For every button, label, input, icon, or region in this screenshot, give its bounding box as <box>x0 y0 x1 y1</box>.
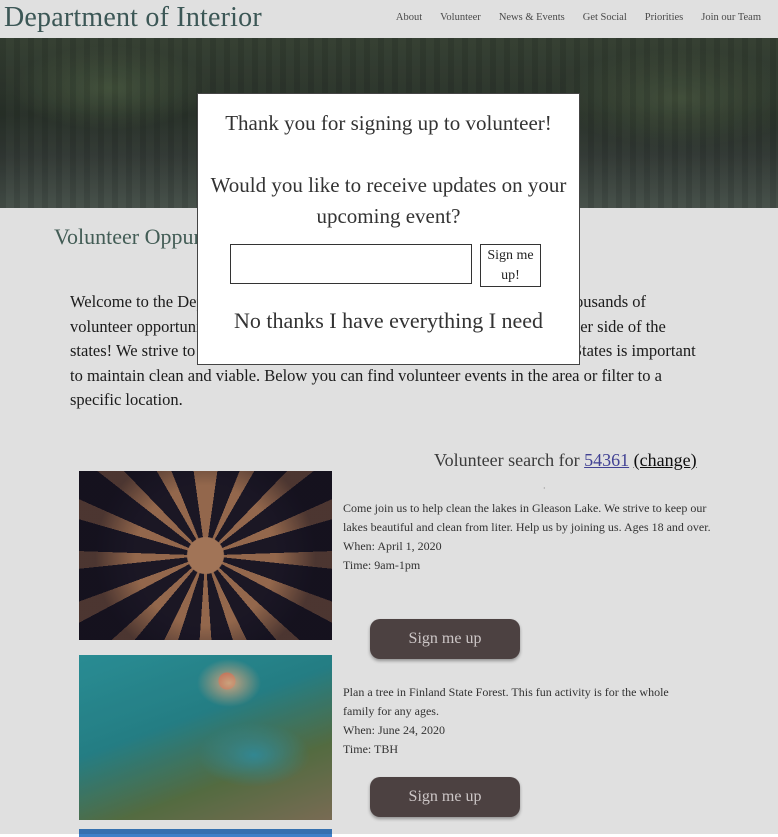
no-thanks-link[interactable]: No thanks I have everything I need <box>198 308 579 334</box>
updates-email-input[interactable] <box>230 244 472 284</box>
modal-sign-me-up-button[interactable]: Sign me up! <box>480 244 541 287</box>
modal-thank-you-text: Thank you for signing up to volunteer! <box>225 111 552 135</box>
modal-updates-question: Would you like to receive updates on you… <box>210 173 567 228</box>
signup-confirmation-modal: Thank you for signing up to volunteer! W… <box>197 93 580 365</box>
